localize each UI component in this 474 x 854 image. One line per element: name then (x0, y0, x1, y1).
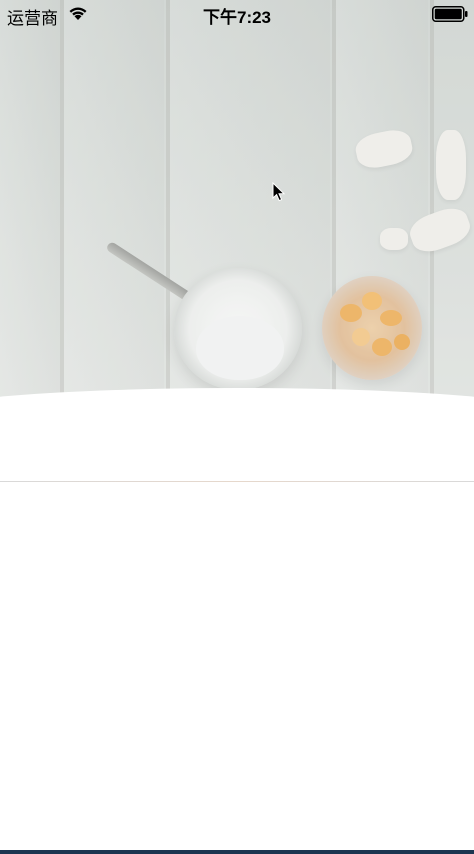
mouse-pointer-icon (272, 182, 286, 202)
bottom-edge (0, 850, 474, 854)
battery-icon (432, 6, 468, 22)
status-bar: 运营商 下午7:23 (0, 0, 474, 28)
divider (0, 481, 474, 482)
content-sheet (0, 440, 474, 854)
status-time: 下午7:23 (202, 8, 272, 27)
app-screen: 运营商 下午7:23 (0, 0, 474, 854)
